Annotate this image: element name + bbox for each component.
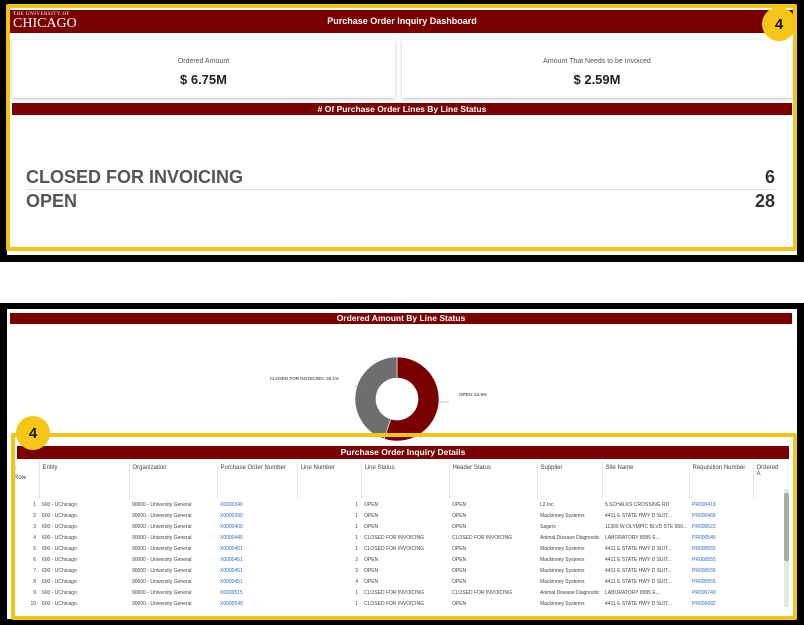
donut-title: Ordered Amount By Line Status	[10, 313, 792, 324]
donut-label-closed: CLOSED FOR INVOICING: 45.1%	[269, 376, 339, 381]
highlight-frame	[6, 4, 797, 251]
donut-label-open: OPEN: 54.9%	[459, 392, 488, 397]
dashboard-summary-panel: THE UNIVERSITY OF CHICAGO Purchase Order…	[0, 0, 804, 262]
highlight-frame	[11, 433, 797, 620]
step-badge: 4	[762, 7, 796, 41]
details-panel: Ordered Amount By Line Status CLOSED FOR…	[0, 303, 804, 625]
step-badge: 4	[16, 416, 50, 450]
